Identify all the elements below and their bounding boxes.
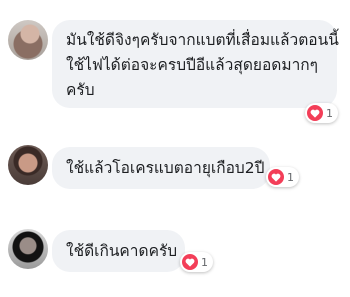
comment-text-line: ใช้ไฟได้ต่อจะครบปีอีแล้วสุดยอดมากๆ (66, 56, 318, 74)
reaction-count: 1 (201, 255, 208, 269)
comment-text-line: ใช้แล้วโอเครแบตอายุเกือบ2ปี (66, 159, 265, 177)
reaction-count: 1 (287, 170, 294, 184)
avatar[interactable] (8, 229, 48, 269)
comment-text-line: มันใช้ดีจิงๆครับจากแบตที่เสื่อมแล้วตอนนี… (66, 31, 339, 49)
heart-icon (182, 254, 198, 270)
comment-2: ใช้แล้วโอเครแบตอายุเกือบ2ปี 1 (0, 130, 350, 200)
comment-bubble: ใช้แล้วโอเครแบตอายุเกือบ2ปี (52, 147, 270, 189)
reaction-badge[interactable]: 1 (180, 252, 213, 272)
reaction-badge[interactable]: 1 (305, 103, 338, 123)
comment-bubble: มันใช้ดีจิงๆครับจากแบตที่เสื่อมแล้วตอนนี… (52, 20, 339, 108)
heart-icon (307, 105, 323, 121)
reaction-badge[interactable]: 1 (266, 167, 299, 187)
avatar[interactable] (8, 20, 48, 60)
heart-icon (268, 169, 284, 185)
comment-1: มันใช้ดีจิงๆครับจากแบตที่เสื่อมแล้วตอนนี… (0, 0, 350, 125)
reaction-count: 1 (326, 106, 333, 120)
avatar[interactable] (8, 145, 48, 185)
comment-text-line: ครับ (66, 81, 95, 99)
comment-3: ใช้ดีเกินคาดครับ 1 (0, 215, 350, 295)
comment-text-line: ใช้ดีเกินคาดครับ (66, 242, 178, 260)
comment-bubble: ใช้ดีเกินคาดครับ (52, 230, 185, 272)
